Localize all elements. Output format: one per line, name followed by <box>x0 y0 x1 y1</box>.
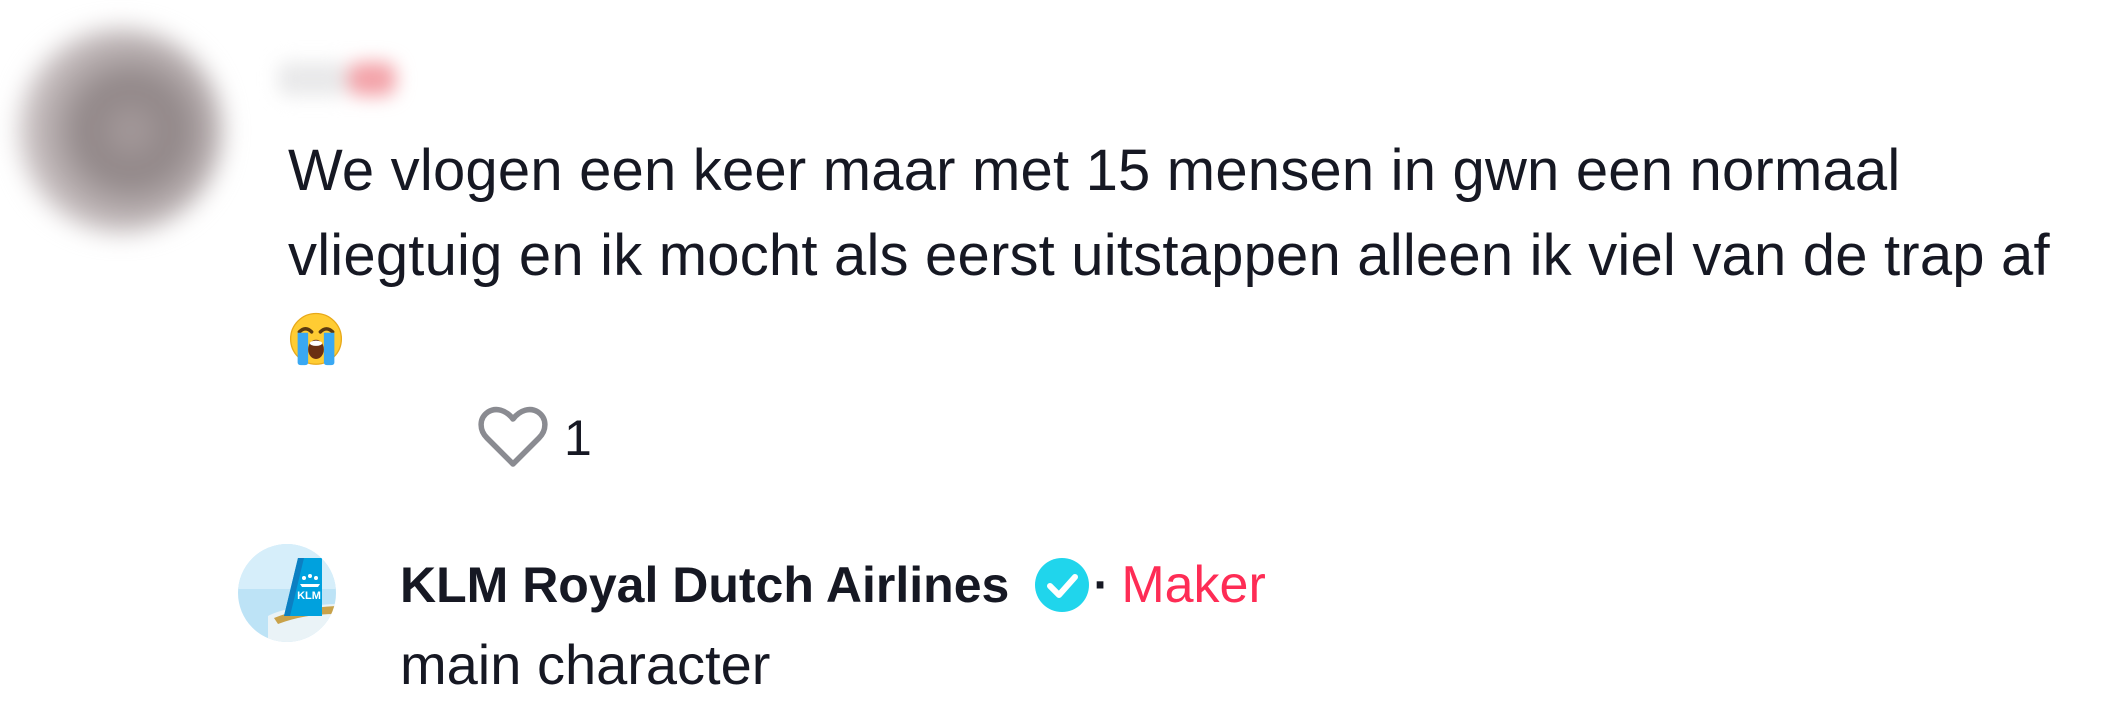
commenter-username[interactable] <box>278 52 410 104</box>
klm-avatar[interactable]: KLM <box>238 544 336 642</box>
reply-text: main character <box>400 633 771 696</box>
loudly-crying-face-icon <box>289 312 343 366</box>
comment-text: We vlogen een keer maar met 15 mensen in… <box>288 128 2088 383</box>
commenter-avatar[interactable] <box>18 28 223 233</box>
maker-badge: Maker <box>1121 556 1266 614</box>
reply-comment: KLM KLM Royal Dutch Airlines · Maker mai… <box>238 540 2038 710</box>
klm-logo-text: KLM <box>297 590 321 602</box>
heart-outline-icon[interactable] <box>478 406 548 470</box>
like-row: 1 <box>478 405 592 471</box>
klm-logo-icon: KLM <box>238 544 336 642</box>
separator-dot: · <box>1093 558 1110 612</box>
like-count: 1 <box>564 410 592 466</box>
verified-badge-icon <box>1035 558 1090 612</box>
reply-author-name[interactable]: KLM Royal Dutch Airlines <box>400 556 1009 614</box>
comment-body: We vlogen een keer maar met 15 mensen in… <box>288 138 2050 288</box>
reply-header: KLM Royal Dutch Airlines · Maker <box>400 550 1266 620</box>
